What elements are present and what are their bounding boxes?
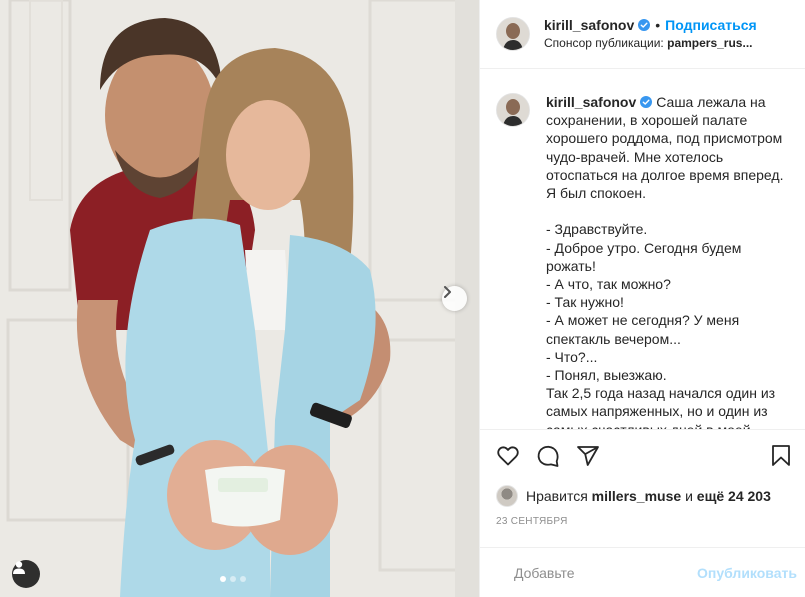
follow-button[interactable]: Подписаться [665, 16, 757, 34]
avatar-image [497, 94, 529, 126]
caption-avatar[interactable] [496, 93, 530, 127]
verified-badge-icon [638, 19, 651, 31]
action-bar [480, 429, 805, 481]
liker-username-link[interactable]: millers_muse [592, 488, 682, 504]
liker-avatar[interactable] [496, 485, 518, 507]
verified-badge-icon [640, 96, 653, 108]
likes-count-link[interactable]: ещё 24 203 [697, 488, 771, 504]
sponsor-line: Спонсор публикации: pampers_rus... [544, 34, 757, 52]
carousel-dot [240, 576, 246, 582]
username-link[interactable]: kirill_safonov [544, 16, 634, 34]
carousel-indicator [220, 576, 246, 582]
carousel-dot [230, 576, 236, 582]
post-photo[interactable] [0, 0, 479, 597]
likes-prefix: Нравится [526, 488, 588, 504]
carousel-dot-active [220, 576, 226, 582]
heart-icon[interactable] [496, 444, 520, 468]
tagged-users-button[interactable] [12, 560, 40, 588]
likes-middle: и [685, 488, 693, 504]
post-caption: kirill_safonov Саша лежала на сохранении,… [546, 93, 789, 429]
comment-icon[interactable] [536, 444, 560, 468]
post-comment-button[interactable]: Опубликовать [697, 565, 797, 581]
bookmark-icon[interactable] [769, 444, 793, 468]
add-comment-bar: Опубликовать [480, 547, 805, 597]
caption-username-link[interactable]: kirill_safonov [546, 94, 636, 110]
chevron-right-icon [444, 286, 451, 298]
post-date[interactable]: 23 СЕНТЯБРЯ [496, 516, 568, 527]
avatar-image [497, 18, 529, 50]
comment-input[interactable] [512, 563, 697, 582]
avatar[interactable] [496, 17, 530, 51]
next-photo-button[interactable] [442, 286, 467, 311]
post-header: kirill_safonov • Подписаться Спонсор пуб… [480, 0, 805, 69]
photo-illustration [0, 0, 479, 597]
comments-area[interactable]: kirill_safonov Саша лежала на сохранении,… [480, 69, 805, 429]
likes-summary: Нравится millers_muse и ещё 24 203 [496, 485, 771, 507]
sponsor-prefix: Спонсор публикации: [544, 36, 664, 50]
caption-text: Саша лежала на сохранении, в хорошей пал… [546, 94, 784, 429]
user-tag-icon [13, 561, 25, 574]
post-side-panel: kirill_safonov • Подписаться Спонсор пуб… [479, 0, 805, 597]
dot-separator: • [655, 17, 661, 33]
sponsor-link[interactable]: pampers_rus... [667, 36, 752, 50]
share-icon[interactable] [576, 444, 600, 468]
